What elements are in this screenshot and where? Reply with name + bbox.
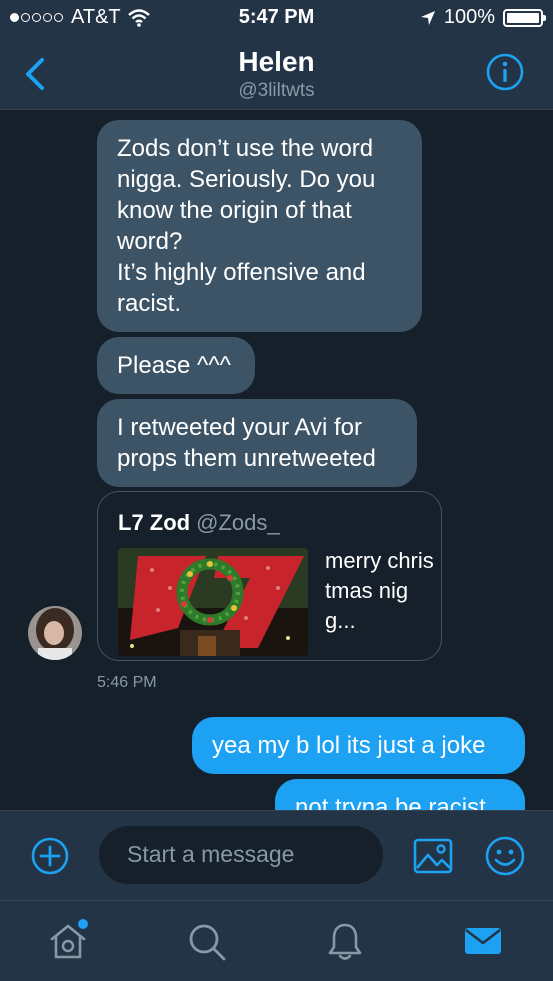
home-icon[interactable] [46,919,90,963]
add-circle-icon[interactable] [30,836,70,876]
status-right: 100% [420,6,546,29]
quoted-tweet-handle: @Zods_ [196,510,280,535]
message-input[interactable]: Start a message [99,826,383,884]
battery-icon [503,8,546,27]
message-timestamp: 5:46 PM [97,674,157,691]
quoted-tweet-name: L7 Zod [118,510,191,535]
emoji-icon[interactable] [484,835,526,877]
contact-name[interactable]: Helen [0,46,553,78]
message-thread[interactable]: Zods don’t use the word nigga. Seriously… [0,110,553,810]
quoted-tweet-author: L7 Zod @Zods_ [118,510,280,536]
conversation-header: Helen @3liltwts [0,36,553,110]
info-icon[interactable] [485,52,525,92]
outgoing-message[interactable]: yea my b lol its just a joke [192,717,525,774]
bell-icon[interactable] [323,919,367,963]
l7-logo-christmas-wreath-image [118,548,308,656]
quoted-tweet-card[interactable]: L7 Zod @Zods_ merry christmas nigg... [97,491,442,661]
tab-bar [0,900,553,981]
incoming-message[interactable]: Please ^^^ [97,337,255,394]
photo-icon[interactable] [412,835,454,877]
incoming-message[interactable]: Zods don’t use the word nigga. Seriously… [97,120,422,332]
notification-dot [78,919,88,929]
contact-handle: @3liltwts [238,80,315,101]
location-arrow-icon [420,10,435,25]
status-bar: AT&T 5:47 PM 100% [0,0,553,36]
message-composer: Start a message [0,810,553,900]
battery-percent: 100% [443,6,495,28]
search-icon[interactable] [184,919,228,963]
incoming-message[interactable]: I retweeted your Avi for props them unre… [97,399,417,487]
mail-icon[interactable] [461,919,505,963]
quoted-tweet-text: merry christmas nigg... [325,548,434,633]
avatar[interactable] [28,606,82,660]
outgoing-message[interactable]: not tryna be racist [275,779,525,810]
